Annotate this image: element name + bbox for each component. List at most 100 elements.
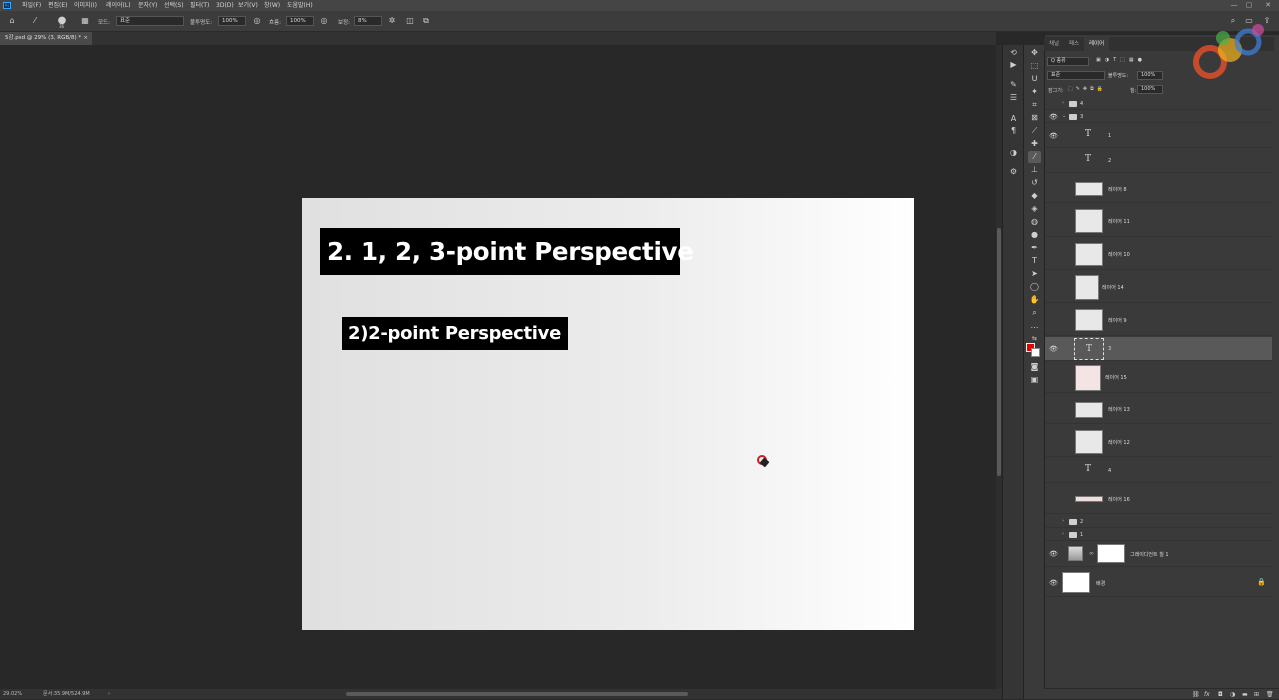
eye-icon[interactable]: 👁 — [1049, 345, 1058, 353]
eye-icon[interactable]: 👁 — [1049, 132, 1058, 140]
folder-icon[interactable]: ▬ — [1242, 689, 1248, 700]
layer-12[interactable]: 레이어 12 — [1045, 427, 1272, 457]
history-icon[interactable]: ⟲ — [1008, 47, 1019, 58]
blend-mode-select[interactable]: 표준 — [1047, 71, 1105, 80]
horizontal-scroll-thumb[interactable] — [346, 692, 688, 696]
properties-icon[interactable]: ⚙ — [1008, 166, 1019, 177]
move-tool-icon[interactable]: ✥ — [1028, 47, 1041, 59]
tab-channels[interactable]: 채널 — [1044, 37, 1064, 51]
new-layer-icon[interactable]: ⊞ — [1254, 689, 1259, 700]
quick-mask-icon[interactable]: ◙ — [1028, 361, 1041, 373]
vertical-scroll-thumb[interactable] — [997, 228, 1001, 476]
menu-3d[interactable]: 3D(D) — [216, 0, 234, 11]
shape-tool-icon[interactable]: ◯ — [1028, 281, 1041, 293]
layer-text-2[interactable]: T 2 — [1045, 149, 1272, 173]
layer-opacity-input[interactable]: 100% — [1137, 71, 1163, 80]
gear-icon[interactable]: ✲ — [387, 16, 397, 26]
layer-13[interactable]: 레이어 13 — [1045, 396, 1272, 424]
pen-tool-icon[interactable]: ✒ — [1028, 242, 1041, 254]
chevron-right-icon[interactable]: › — [1062, 531, 1064, 537]
menu-file[interactable]: 파일(F) — [22, 0, 41, 11]
link-icon[interactable]: ⛓ — [1192, 689, 1200, 700]
chevron-right-icon[interactable]: › — [1062, 518, 1064, 524]
layer-9[interactable]: 레이어 9 — [1045, 305, 1272, 336]
filter-type-icons[interactable]: ▣◑T⬚▦● — [1096, 57, 1146, 63]
tab-layers[interactable]: 레이어 — [1084, 37, 1110, 51]
maximize-button[interactable]: ▢ — [1243, 0, 1255, 11]
menu-window[interactable]: 창(W) — [264, 0, 280, 11]
lasso-tool-icon[interactable]: ᑌ — [1028, 73, 1041, 85]
background-color-swatch[interactable] — [1031, 348, 1040, 357]
menu-image[interactable]: 이미지(I) — [74, 0, 97, 11]
menu-type[interactable]: 문자(Y) — [138, 0, 157, 11]
layer-14[interactable]: 레이어 14 — [1045, 272, 1272, 303]
blur-tool-icon[interactable]: ◍ — [1028, 216, 1041, 228]
smoothing-input[interactable]: 8% — [354, 16, 382, 26]
layer-group-4[interactable]: › 4 — [1045, 98, 1272, 110]
flow-input[interactable]: 100% — [286, 16, 314, 26]
type-tool-icon[interactable]: T — [1028, 255, 1041, 267]
pressure-opacity-icon[interactable]: ◎ — [252, 16, 262, 26]
menu-edit[interactable]: 편집(E) — [48, 0, 68, 11]
menu-filter[interactable]: 필터(T) — [190, 0, 209, 11]
home-icon[interactable]: ⌂ — [7, 16, 17, 26]
close-tab-icon[interactable]: × — [83, 32, 88, 45]
path-selection-icon[interactable]: ➤ — [1028, 268, 1041, 280]
adjustment-icon[interactable]: ◑ — [1230, 689, 1235, 700]
actions-icon[interactable]: ▶ — [1008, 59, 1019, 70]
color-icon[interactable]: ◑ — [1008, 147, 1019, 158]
layer-16[interactable]: 레이어 16 — [1045, 486, 1272, 514]
eye-icon[interactable]: 👁 — [1049, 113, 1058, 121]
close-button[interactable]: ✕ — [1262, 0, 1274, 11]
trash-icon[interactable]: 🗑 — [1266, 689, 1274, 700]
layer-filter-select[interactable]: Q 종류 — [1047, 57, 1089, 66]
crop-tool-icon[interactable]: ⌗ — [1028, 99, 1041, 111]
brush-tool-icon[interactable]: ⁄ — [30, 16, 40, 26]
eye-icon[interactable]: 👁 — [1049, 550, 1058, 558]
layer-15[interactable]: 레이어 15 — [1045, 363, 1272, 393]
document-tab[interactable]: 5강.psd @ 29% (3, RGB/8) * × — [0, 32, 92, 45]
layer-group-1[interactable]: › 1 — [1045, 529, 1272, 541]
dodge-tool-icon[interactable]: ● — [1028, 229, 1041, 241]
chevron-right-icon[interactable]: › — [1062, 100, 1064, 106]
hand-tool-icon[interactable]: ✋ — [1028, 294, 1041, 306]
paint-bucket-icon[interactable]: ◈ — [1028, 203, 1041, 215]
history-brush-icon[interactable]: ↺ — [1028, 177, 1041, 189]
paragraph-icon[interactable]: ¶ — [1008, 125, 1019, 136]
minimize-button[interactable]: — — [1228, 0, 1240, 11]
stamp-tool-icon[interactable]: ⊥ — [1028, 164, 1041, 176]
zoom-tool-icon[interactable]: ⌕ — [1028, 307, 1041, 319]
layer-group-3[interactable]: 👁 ⌄ 3 — [1045, 111, 1272, 123]
lock-icons[interactable]: ⬚✎✥⧉🔒 — [1068, 86, 1106, 92]
screen-mode-icon[interactable]: ▣ — [1028, 374, 1041, 386]
airbrush-icon[interactable]: ◎ — [319, 16, 329, 26]
more-tools-icon[interactable]: … — [1028, 320, 1041, 332]
character-icon[interactable]: A — [1008, 113, 1019, 124]
marquee-tool-icon[interactable]: ⬚ — [1028, 60, 1041, 72]
layer-text-3[interactable]: 👁 T 3 — [1045, 337, 1272, 361]
zoom-level[interactable]: 29.02% — [3, 689, 22, 699]
layer-background[interactable]: 👁 배경 🔒 — [1045, 569, 1272, 597]
brush-tool-icon[interactable]: ⁄ — [1028, 151, 1041, 163]
eye-icon[interactable]: 👁 — [1049, 579, 1058, 587]
eraser-icon[interactable]: ◆ — [1028, 190, 1041, 202]
link-icon[interactable]: ∞ — [1089, 550, 1094, 557]
pressure-size-icon[interactable]: ◫ — [405, 16, 415, 26]
layer-10[interactable]: 레이어 10 — [1045, 239, 1272, 270]
layer-group-2[interactable]: › 2 — [1045, 516, 1272, 528]
healing-brush-icon[interactable]: ✚ — [1028, 138, 1041, 150]
magic-wand-icon[interactable]: ✦ — [1028, 86, 1041, 98]
layer-11[interactable]: 레이어 11 — [1045, 205, 1272, 237]
layer-text-4[interactable]: T 4 — [1045, 459, 1272, 483]
brushes-panel-icon[interactable]: ✎ — [1008, 79, 1019, 90]
layer-gradient-fill[interactable]: 👁 ∞ 그레이디언트 칠 1 — [1045, 541, 1272, 567]
chevron-down-icon[interactable]: ⌄ — [1062, 113, 1066, 119]
menu-select[interactable]: 선택(S) — [164, 0, 184, 11]
tab-paths[interactable]: 패스 — [1064, 37, 1084, 51]
mode-select[interactable]: 표준 — [116, 16, 184, 26]
symmetry-icon[interactable]: ⧉ — [421, 16, 431, 26]
mask-icon[interactable]: ◘ — [1218, 689, 1223, 700]
fx-icon[interactable]: fx — [1204, 689, 1210, 700]
brush-settings-icon[interactable]: ▦ — [80, 16, 90, 26]
menu-view[interactable]: 보기(V) — [238, 0, 258, 11]
